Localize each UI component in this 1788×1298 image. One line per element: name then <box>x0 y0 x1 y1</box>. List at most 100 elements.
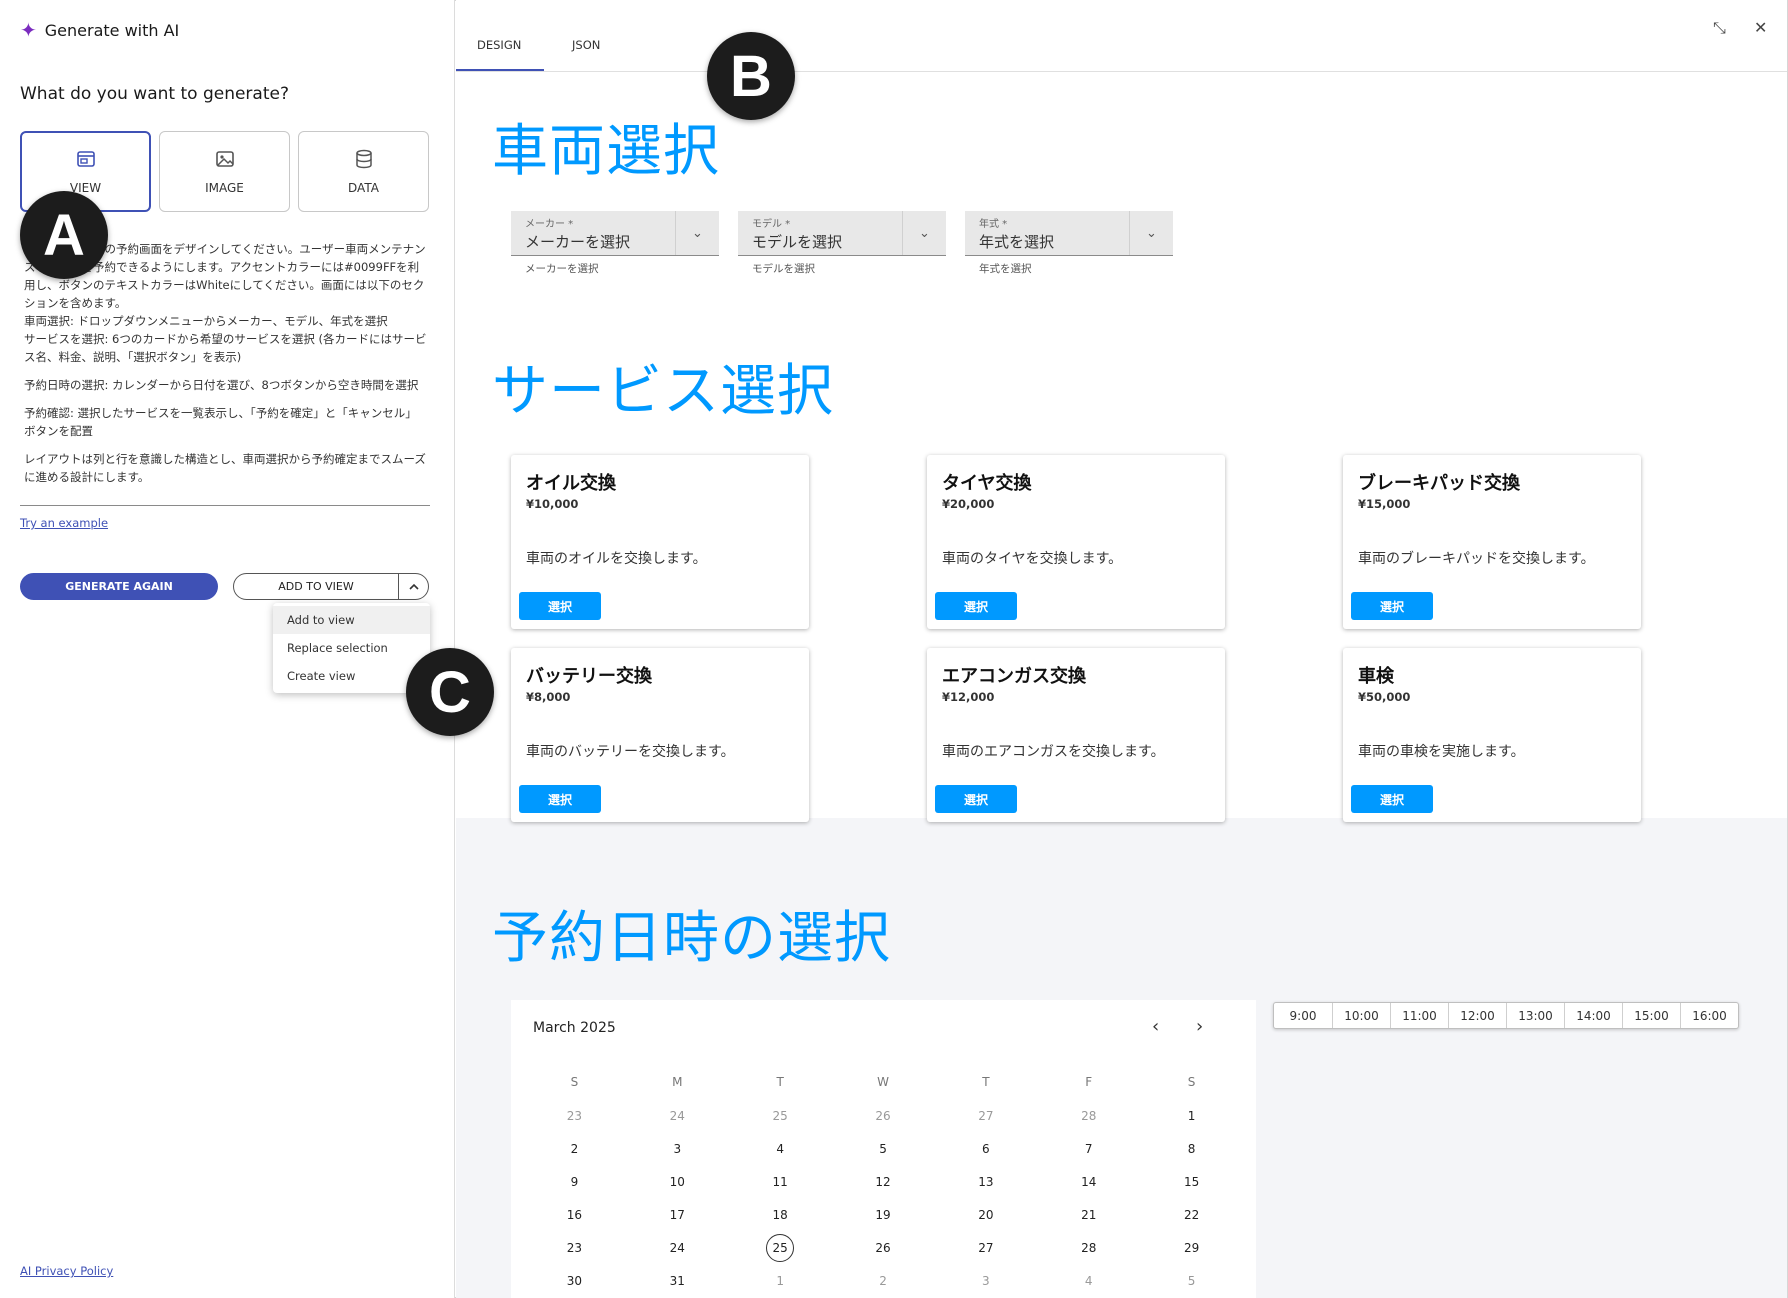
service-card: ブレーキパッド交換 ¥15,000 車両のブレーキパッドを交換します。 選択 <box>1343 455 1641 629</box>
calendar-day[interactable]: 15 <box>1140 1167 1243 1197</box>
calendar-day[interactable]: 28 <box>1037 1233 1140 1263</box>
close-icon[interactable]: ✕ <box>1754 18 1767 37</box>
calendar-day[interactable]: 26 <box>832 1101 935 1131</box>
calendar-day[interactable]: 19 <box>832 1200 935 1230</box>
calendar-day[interactable]: 31 <box>626 1266 729 1296</box>
calendar-day[interactable]: 2 <box>523 1134 626 1164</box>
time-slot-button[interactable]: 15:00 <box>1622 1003 1680 1028</box>
service-name: タイヤ交換 <box>942 473 1032 494</box>
service-description: 車両のバッテリーを交換します。 <box>526 744 735 760</box>
calendar-day[interactable]: 17 <box>626 1200 729 1230</box>
calendar-day[interactable]: 5 <box>1140 1266 1243 1296</box>
calendar-day[interactable]: 16 <box>523 1200 626 1230</box>
time-slot-button[interactable]: 14:00 <box>1564 1003 1622 1028</box>
service-description: 車両のオイルを交換します。 <box>526 551 707 567</box>
add-options-menu: Add to view Replace selection Create vie… <box>273 603 430 693</box>
calendar-day[interactable]: 28 <box>1037 1101 1140 1131</box>
booking-section-title: 予約日時の選択 <box>492 906 891 971</box>
time-slot-button[interactable]: 10:00 <box>1332 1003 1390 1028</box>
calendar-day[interactable]: 20 <box>934 1200 1037 1230</box>
calendar-day[interactable]: 4 <box>1037 1266 1140 1296</box>
select-service-button[interactable]: 選択 <box>935 592 1017 620</box>
try-example-link[interactable]: Try an example <box>20 516 108 530</box>
maker-select[interactable]: メーカー * メーカーを選択 ⌄ メーカーを選択 <box>511 211 719 276</box>
select-service-button[interactable]: 選択 <box>519 785 601 813</box>
select-service-button[interactable]: 選択 <box>935 785 1017 813</box>
chevron-down-icon[interactable]: ⌄ <box>675 211 719 255</box>
callout-marker-c: C <box>406 648 494 736</box>
menu-item-add-to-view[interactable]: Add to view <box>273 606 430 634</box>
select-service-button[interactable]: 選択 <box>519 592 601 620</box>
calendar-day[interactable]: 5 <box>832 1134 935 1164</box>
calendar-day[interactable]: 10 <box>626 1167 729 1197</box>
calendar-day[interactable]: 23 <box>523 1233 626 1263</box>
calendar-day[interactable]: 3 <box>626 1134 729 1164</box>
model-select[interactable]: モデル * モデルを選択 ⌄ モデルを選択 <box>738 211 946 276</box>
calendar-day[interactable]: 9 <box>523 1167 626 1197</box>
calendar-day[interactable]: 11 <box>729 1167 832 1197</box>
calendar-day[interactable]: 2 <box>832 1266 935 1296</box>
calendar-day[interactable]: 23 <box>523 1101 626 1131</box>
time-slot-button[interactable]: 9:00 <box>1274 1003 1332 1028</box>
calendar-day[interactable]: 22 <box>1140 1200 1243 1230</box>
prompt-textarea[interactable]: ップ向けアプリの予約画面をデザインしてください。ユーザー車両メンテナンスサービス… <box>24 240 428 496</box>
calendar-day[interactable]: 8 <box>1140 1134 1243 1164</box>
service-name: バッテリー交換 <box>526 666 652 687</box>
year-select[interactable]: 年式 * 年式を選択 ⌄ 年式を選択 <box>965 211 1173 276</box>
calendar-day[interactable]: 26 <box>832 1233 935 1263</box>
calendar-day[interactable]: 13 <box>934 1167 1037 1197</box>
chevron-down-icon[interactable]: ⌄ <box>902 211 946 255</box>
tab-design[interactable]: DESIGN <box>477 38 521 52</box>
calendar-day[interactable]: 1 <box>1140 1101 1243 1131</box>
time-slot-button[interactable]: 11:00 <box>1390 1003 1448 1028</box>
type-card-image[interactable]: IMAGE <box>159 131 290 212</box>
vehicle-section-title: 車両選択 <box>492 119 720 184</box>
calendar-day[interactable]: 27 <box>934 1233 1037 1263</box>
calendar-week: 23 24 25 26 27 28 1 <box>523 1101 1243 1131</box>
collapse-icon[interactable]: ⤡ <box>1713 18 1726 38</box>
service-price: ¥15,000 <box>1358 497 1411 511</box>
calendar-day[interactable]: 14 <box>1037 1167 1140 1197</box>
calendar-day[interactable]: 12 <box>832 1167 935 1197</box>
time-slot-button[interactable]: 12:00 <box>1448 1003 1506 1028</box>
calendar-day[interactable]: 3 <box>934 1266 1037 1296</box>
chevron-left-icon[interactable]: ‹ <box>1152 1016 1159 1037</box>
view-icon <box>75 148 97 173</box>
type-label: DATA <box>348 181 379 195</box>
time-slot-button[interactable]: 13:00 <box>1506 1003 1564 1028</box>
select-helper-text: モデルを選択 <box>752 263 815 275</box>
chevron-down-icon[interactable]: ⌄ <box>1129 211 1173 255</box>
menu-item-replace-selection[interactable]: Replace selection <box>273 634 430 662</box>
chevron-right-icon[interactable]: › <box>1196 1016 1203 1037</box>
calendar-day[interactable]: 7 <box>1037 1134 1140 1164</box>
calendar-week: 9 10 11 12 13 14 15 <box>523 1167 1243 1197</box>
service-name: ブレーキパッド交換 <box>1358 473 1520 494</box>
calendar-day[interactable]: 29 <box>1140 1233 1243 1263</box>
calendar-day[interactable]: 24 <box>626 1101 729 1131</box>
service-price: ¥50,000 <box>1358 690 1411 704</box>
tab-json[interactable]: JSON <box>572 38 600 52</box>
type-card-data[interactable]: DATA <box>298 131 429 212</box>
calendar-day[interactable]: 6 <box>934 1134 1037 1164</box>
weekday-label: F <box>1085 1075 1093 1089</box>
calendar-day[interactable]: 24 <box>626 1233 729 1263</box>
calendar-day[interactable]: 4 <box>729 1134 832 1164</box>
calendar-week: 16 17 18 19 20 21 22 <box>523 1200 1243 1230</box>
chevron-up-icon[interactable] <box>398 574 428 599</box>
add-to-view-button[interactable]: ADD TO VIEW <box>234 580 398 593</box>
calendar-day[interactable]: 18 <box>729 1200 832 1230</box>
prompt-text: 予約確認: 選択したサービスを一覧表示し、「予約を確定」と「キャンセル」ボタンを… <box>24 406 417 438</box>
select-service-button[interactable]: 選択 <box>1351 592 1433 620</box>
privacy-policy-link[interactable]: AI Privacy Policy <box>20 1264 113 1278</box>
calendar-day[interactable]: 1 <box>729 1266 832 1296</box>
calendar-day[interactable]: 25 <box>729 1101 832 1131</box>
time-slot-button[interactable]: 16:00 <box>1680 1003 1738 1028</box>
calendar-day[interactable]: 30 <box>523 1266 626 1296</box>
generate-again-button[interactable]: GENERATE AGAIN <box>20 573 218 600</box>
calendar-day[interactable]: 21 <box>1037 1200 1140 1230</box>
calendar-day[interactable]: 27 <box>934 1101 1037 1131</box>
select-service-button[interactable]: 選択 <box>1351 785 1433 813</box>
type-label: IMAGE <box>205 181 244 195</box>
select-helper-text: メーカーを選択 <box>525 263 599 275</box>
calendar-day-today[interactable]: 25 <box>729 1233 832 1263</box>
